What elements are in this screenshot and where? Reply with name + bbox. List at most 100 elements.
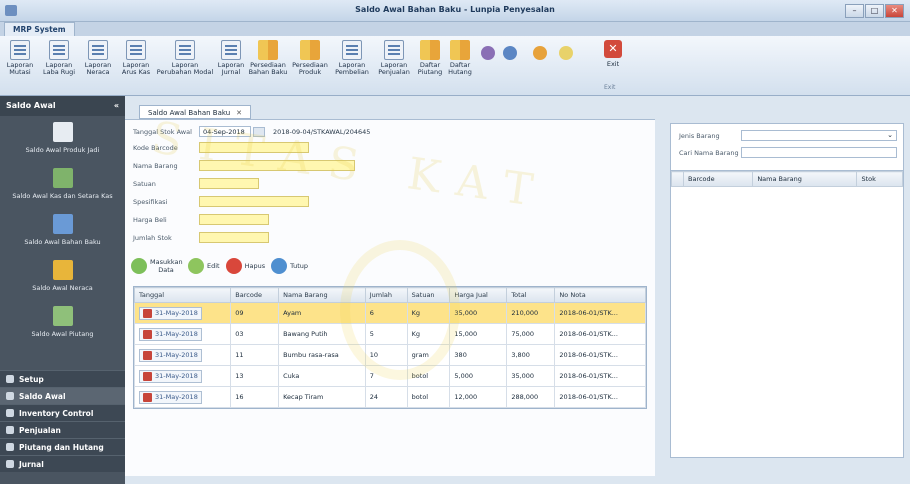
close-button[interactable]: ✕ <box>885 4 904 18</box>
lookup-panel: Jenis Barang ⌄ Cari Nama Barang Barcode … <box>670 123 904 458</box>
table-row[interactable]: 31-May-2018 16 Kecap Tiram 24 botol 12,000 28… <box>133 386 646 408</box>
laporan-pembelian-button[interactable]: Laporan Pembelian <box>332 40 372 76</box>
cell: 13 <box>230 365 280 387</box>
sidebar-item-piutang[interactable]: Saldo Awal Piutang <box>0 300 125 346</box>
persediaan-bahan-baku-button[interactable]: Persediaan Bahan Baku <box>248 40 288 76</box>
laporan-arus-kas-button[interactable]: Laporan Arus Kas <box>118 40 154 76</box>
col-harga[interactable]: Harga Jual <box>449 287 508 303</box>
calendar-dropdown-icon[interactable] <box>253 127 265 137</box>
laporan-neraca-button[interactable]: Laporan Neraca <box>80 40 116 76</box>
cell: 2018-06-01/STK... <box>554 302 646 324</box>
tanggal-field[interactable]: 04-Sep-2018 <box>199 126 251 137</box>
cell: 12,000 <box>449 386 508 408</box>
date-cell: 31-May-2018 <box>139 348 202 362</box>
cell: botol <box>406 386 451 408</box>
sidebar-section-inventory[interactable]: Inventory Control <box>0 404 125 421</box>
cell: 3,800 <box>506 344 556 366</box>
col-nama[interactable]: Nama Barang <box>278 287 366 303</box>
delete-icon <box>225 258 242 274</box>
tab-saldo-awal-bahan-baku[interactable]: Saldo Awal Bahan Baku ✕ <box>139 105 252 119</box>
daftar-hutang-button[interactable]: Daftar Hutang <box>446 40 474 76</box>
ledger-icon <box>52 306 73 326</box>
col-satuan[interactable]: Satuan <box>406 287 451 303</box>
spesifikasi-field[interactable] <box>199 196 309 207</box>
cell: 2018-06-01/STK... <box>554 386 646 408</box>
table-row[interactable]: 31-May-2018 13 Cuka 7 botol 5,000 35,000 2018-… <box>133 365 646 387</box>
calendar-icon <box>143 392 152 402</box>
col-nota[interactable]: No Nota <box>554 287 646 303</box>
nama-barang-field[interactable] <box>199 160 355 171</box>
table-row[interactable]: 31-May-2018 11 Bumbu rasa-rasa 10 gram 380 3,… <box>133 344 646 366</box>
col-barcode[interactable]: Barcode <box>682 171 754 187</box>
star-small-button[interactable] <box>556 40 576 62</box>
hapus-button[interactable]: Hapus <box>225 258 265 274</box>
table-row[interactable]: 31-May-2018 03 Bawang Putih 5 Kg 15,000 75,00… <box>133 323 646 345</box>
calendar-icon <box>143 329 152 339</box>
harga-beli-field[interactable] <box>199 214 269 225</box>
col-tanggal[interactable]: Tanggal <box>133 287 232 303</box>
sidebar-item-bahan-baku[interactable]: Saldo Awal Bahan Baku <box>0 208 125 254</box>
info-small-button[interactable] <box>530 40 550 62</box>
saldo-table: Tanggal Barcode Nama Barang Jumlah Satua… <box>133 286 647 409</box>
sidebar-section-jurnal[interactable]: Jurnal <box>0 455 125 472</box>
cell: 16 <box>230 386 280 408</box>
report-icon <box>342 40 362 60</box>
exit-button[interactable]: ✕ Exit <box>604 40 622 68</box>
cell: 7 <box>364 365 408 387</box>
cell: Ayam <box>278 302 366 324</box>
jenis-barang-select[interactable]: ⌄ <box>741 130 897 141</box>
refresh-small-button[interactable] <box>500 40 520 62</box>
tutup-button[interactable]: Tutup <box>271 258 308 274</box>
cell: botol <box>406 365 451 387</box>
satuan-field[interactable] <box>199 178 259 189</box>
jumlah-stok-field[interactable] <box>199 232 269 243</box>
sidebar-item-neraca[interactable]: Saldo Awal Neraca <box>0 254 125 300</box>
persediaan-produk-button[interactable]: Persediaan Produk <box>290 40 330 76</box>
sidebar-item-kas[interactable]: Saldo Awal Kas dan Setara Kas <box>0 162 125 208</box>
kode-label: Kode Barcode <box>133 144 178 152</box>
sidebar-item-produk-jadi[interactable]: Saldo Awal Produk Jadi <box>0 116 125 162</box>
maximize-button[interactable]: □ <box>865 4 884 18</box>
close-tab-icon[interactable]: ✕ <box>236 109 242 117</box>
edit-button[interactable]: Edit <box>188 258 220 274</box>
masukkan-data-button[interactable]: Masukkan Data <box>131 258 183 274</box>
tanggal-label: Tanggal Stok Awal <box>133 128 192 136</box>
cell: 09 <box>230 302 280 324</box>
collapse-icon[interactable]: « <box>114 96 119 116</box>
col-total[interactable]: Total <box>506 287 556 303</box>
sidebar-header: Saldo Awal « <box>0 96 125 116</box>
kode-barcode-field[interactable] <box>199 142 309 153</box>
col-nama-barang[interactable]: Nama Barang <box>752 171 858 187</box>
laporan-laba-rugi-button[interactable]: Laporan Laba Rugi <box>40 40 78 76</box>
sidebar-section-piutang-hutang[interactable]: Piutang dan Hutang <box>0 438 125 455</box>
row-selector-header <box>671 171 684 187</box>
sales-icon <box>6 426 14 434</box>
laporan-mutasi-button[interactable]: Laporan Mutasi <box>2 40 38 76</box>
sidebar-section-setup[interactable]: Setup <box>0 370 125 387</box>
minimize-button[interactable]: – <box>845 4 864 18</box>
laporan-jurnal-button[interactable]: Laporan Jurnal <box>216 40 246 76</box>
col-stok[interactable]: Stok <box>856 171 903 187</box>
app-tab-mrp[interactable]: MRP System <box>4 22 75 36</box>
inventory-icon <box>300 40 320 60</box>
sidebar-section-penjualan[interactable]: Penjualan <box>0 421 125 438</box>
settings-small-button[interactable] <box>478 40 498 62</box>
nota-number: 2018-09-04/STKAWAL/204645 <box>273 128 371 136</box>
table-row[interactable]: 31-May-2018 09 Ayam 6 Kg 35,000 210,000 2018-0… <box>133 302 646 324</box>
col-barcode[interactable]: Barcode <box>230 287 280 303</box>
palette-icon <box>481 46 495 60</box>
cari-nama-input[interactable] <box>741 147 897 158</box>
sidebar-section-saldo-awal[interactable]: Saldo Awal <box>0 387 125 404</box>
window-title: Saldo Awal Bahan Baku - Lunpia Penyesala… <box>355 5 555 14</box>
daftar-piutang-button[interactable]: Daftar Piutang <box>416 40 444 76</box>
plus-icon <box>131 258 147 274</box>
journal-icon <box>6 460 14 468</box>
laporan-perubahan-modal-button[interactable]: Laporan Perubahan Modal <box>156 40 214 76</box>
laporan-penjualan-button[interactable]: Laporan Penjualan <box>374 40 414 76</box>
report-icon <box>384 40 404 60</box>
date-cell: 31-May-2018 <box>139 369 202 383</box>
cell: 35,000 <box>506 365 556 387</box>
cell: Cuka <box>278 365 366 387</box>
col-jumlah[interactable]: Jumlah <box>364 287 408 303</box>
